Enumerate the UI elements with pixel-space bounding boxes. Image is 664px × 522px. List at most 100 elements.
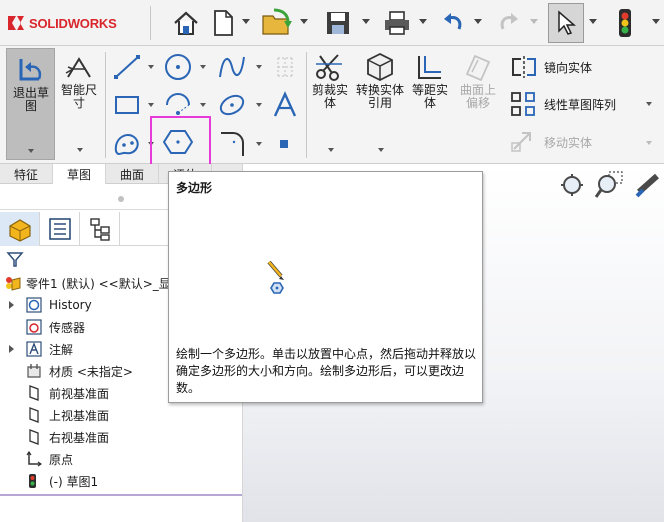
- tree-label: 上视基准面: [49, 408, 110, 423]
- offset-entities-button[interactable]: [412, 52, 448, 82]
- home-icon: [174, 11, 198, 35]
- linear-pattern-button[interactable]: [508, 90, 540, 118]
- tree-label: 右视基准面: [49, 430, 110, 445]
- save-dropdown-arrow[interactable]: [362, 19, 370, 24]
- print-icon: [385, 11, 409, 35]
- pattern-dropdown-arrow[interactable]: [646, 102, 652, 106]
- configuration-tree-icon: [89, 218, 110, 241]
- mirror-icon: [512, 56, 536, 78]
- tree-label: 原点: [49, 452, 74, 467]
- tree-label: 传感器: [49, 320, 86, 335]
- arc-dropdown-arrow[interactable]: [200, 103, 206, 107]
- smart-dimension-dropdown-arrow[interactable]: [77, 148, 83, 152]
- plane-icon: [29, 385, 39, 401]
- feature-manager-tab[interactable]: [0, 212, 40, 246]
- print-button[interactable]: [380, 4, 414, 42]
- circle-icon: [165, 54, 191, 80]
- mirror-entities-button[interactable]: [508, 54, 540, 80]
- mirror-entities-label[interactable]: 镜向实体: [544, 59, 592, 76]
- zoom-to-fit-icon: [561, 174, 583, 196]
- line-button[interactable]: [110, 52, 144, 82]
- convert-entities-button[interactable]: [362, 52, 398, 82]
- move-entities-button: [508, 128, 540, 154]
- tree-root-label: 零件1 (默认) <<默认>_显: [26, 276, 171, 291]
- app-name: SOLIDWORKS: [29, 15, 117, 31]
- exit-sketch-dropdown-arrow[interactable]: [28, 149, 34, 153]
- zoom-to-fit-button[interactable]: [559, 172, 587, 203]
- new-document-button[interactable]: [208, 4, 238, 42]
- trim-entities-button[interactable]: [312, 52, 346, 82]
- sketch-fillet-icon: [221, 132, 244, 156]
- freeform-shape-icon: [114, 133, 139, 156]
- configuration-manager-tab[interactable]: [80, 212, 120, 246]
- save-icon: [327, 12, 349, 34]
- rebuild-dropdown-arrow[interactable]: [652, 19, 660, 24]
- circle-dropdown-arrow[interactable]: [200, 65, 206, 69]
- previous-view-button[interactable]: [633, 170, 663, 203]
- ribbon-divider: [306, 52, 307, 158]
- zoom-to-area-icon: [594, 171, 623, 198]
- undo-button[interactable]: [438, 4, 468, 42]
- line-dropdown-arrow[interactable]: [148, 65, 154, 69]
- polygon-highlight-box: [150, 116, 211, 169]
- new-dropdown-arrow[interactable]: [242, 19, 250, 24]
- smart-dimension-label: 智能尺寸: [60, 83, 97, 110]
- tooltip-title: 多边形: [176, 181, 213, 195]
- expand-arrow-icon[interactable]: [9, 301, 14, 309]
- open-dropdown-arrow[interactable]: [300, 19, 308, 24]
- rectangle-dropdown-arrow[interactable]: [148, 103, 154, 107]
- pencil-polygon-cursor-icon: [267, 260, 284, 294]
- convert-dropdown-arrow[interactable]: [378, 148, 384, 152]
- print-dropdown-arrow[interactable]: [419, 19, 427, 24]
- exit-sketch-label: 退出草图: [12, 86, 49, 113]
- ellipse-button[interactable]: [214, 90, 250, 120]
- tree-item-right-plane[interactable]: 右视基准面: [0, 426, 242, 448]
- spline-on-surface-button[interactable]: [110, 128, 144, 160]
- tab-surfaces[interactable]: 曲面: [106, 164, 160, 184]
- linear-pattern-label[interactable]: 线性草图阵列: [544, 96, 616, 113]
- solidworks-logo[interactable]: SOLIDWORKS: [6, 12, 117, 34]
- tree-item-top-plane[interactable]: 上视基准面: [0, 404, 242, 426]
- circle-button[interactable]: [160, 52, 196, 82]
- tree-item-sketch1[interactable]: (-) 草图1: [0, 470, 242, 492]
- exit-sketch-button[interactable]: 退出草图: [6, 48, 55, 160]
- smart-dimension-icon: [65, 57, 91, 78]
- point-button[interactable]: [276, 136, 292, 152]
- pane-handle-icon[interactable]: [117, 195, 125, 203]
- zoom-to-area-button[interactable]: [594, 170, 625, 203]
- save-button[interactable]: [320, 4, 356, 42]
- rebuild-button[interactable]: [612, 4, 638, 42]
- property-list-icon: [48, 218, 71, 240]
- text-a-icon: [273, 91, 297, 117]
- fillet-button[interactable]: [214, 126, 250, 160]
- convert-entities-label: 转换实体引用: [356, 83, 405, 110]
- part-icon: [6, 277, 21, 291]
- select-dropdown-arrow[interactable]: [589, 19, 597, 24]
- tree-item-origin[interactable]: 原点: [0, 448, 242, 470]
- scissors-icon: [316, 54, 342, 81]
- linear-pattern-icon: [511, 92, 535, 116]
- text-button[interactable]: [268, 90, 302, 120]
- filter-icon[interactable]: [6, 250, 24, 268]
- property-manager-tab[interactable]: [40, 212, 80, 246]
- home-button[interactable]: [170, 4, 202, 42]
- undo-dropdown-arrow[interactable]: [474, 19, 482, 24]
- expand-arrow-icon[interactable]: [9, 345, 14, 353]
- rectangle-button[interactable]: [110, 90, 144, 120]
- spline-dropdown-arrow[interactable]: [256, 65, 262, 69]
- select-button[interactable]: [548, 3, 584, 43]
- redo-button[interactable]: [494, 4, 524, 42]
- offset-on-surface-button: [460, 52, 496, 82]
- convert-cube-icon: [367, 52, 393, 82]
- fillet-dropdown-arrow[interactable]: [256, 142, 262, 146]
- tab-sketch[interactable]: 草图: [53, 164, 107, 184]
- trim-dropdown-arrow[interactable]: [328, 148, 334, 152]
- smart-dimension-button[interactable]: [62, 54, 96, 84]
- tab-features[interactable]: 特征: [0, 164, 54, 184]
- cursor-arrow-icon: [558, 10, 576, 35]
- offset-entities-icon: [418, 56, 441, 79]
- ellipse-dropdown-arrow[interactable]: [256, 103, 262, 107]
- open-button[interactable]: [258, 4, 298, 42]
- spline-button[interactable]: [214, 52, 250, 82]
- rollback-bar[interactable]: [0, 494, 242, 496]
